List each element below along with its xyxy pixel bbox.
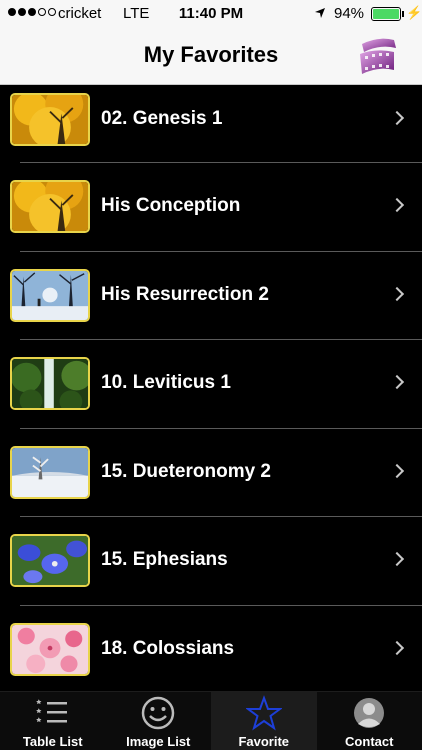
battery-percent: 94% [334,5,365,22]
thumbnail-image [10,93,90,146]
chevron-right-icon [389,640,405,655]
favorite-title: 02. Genesis 1 [101,108,223,129]
film-reel-icon[interactable] [356,34,400,78]
list-icon [35,699,67,723]
favorite-row[interactable]: 10. Leviticus 1 [10,340,422,429]
top-bar: cricket LTE 11:40 PM 94% ⚡ My Favorites [0,0,422,85]
location-arrow-icon [315,8,325,18]
tab-table-list[interactable]: Table List [0,692,106,750]
chevron-right-icon [389,551,405,567]
tab-label: Contact [345,734,394,749]
chevron-right-icon [389,286,405,301]
battery-icon [371,7,401,21]
tab-image-list[interactable]: Image List [106,692,212,750]
thumbnail-image [10,445,90,499]
favorite-row[interactable]: 18. Colossians [10,606,422,692]
favorite-title: His Conception [101,195,241,216]
favorite-title: 18. Colossians [101,637,235,659]
tab-label: Image List [126,734,191,749]
tab-bar: Table List Image List Favorite Contact [0,691,422,750]
favorite-title: His Resurrection 2 [101,283,269,305]
tab-favorite[interactable]: Favorite [211,692,317,750]
chevron-right-icon [389,374,405,390]
favorite-title: 10. Leviticus 1 [101,372,231,393]
favorite-row[interactable]: 02. Genesis 1 [10,85,422,163]
status-bar: cricket LTE 11:40 PM 94% ⚡ [0,0,422,28]
tab-contact[interactable]: Contact [317,692,422,750]
thumbnail-image [10,268,90,322]
chevron-right-icon [389,110,405,126]
thumbnail-image [10,357,90,410]
thumbnail-image [10,622,90,676]
chevron-right-icon [389,197,405,213]
chevron-right-icon [389,463,405,478]
favorite-row[interactable]: His Conception [10,163,422,252]
favorite-row[interactable]: 15. Dueteronomy 2 [10,429,422,517]
tab-label: Favorite [238,734,290,749]
thumbnail-image [10,534,90,587]
contact-icon [354,698,385,728]
charging-bolt-icon: ⚡ [406,5,422,20]
tab-label: Table List [22,734,83,749]
favorites-list: 02. Genesis 1 His Conception His Resurrect… [0,85,422,691]
smiley-icon [142,696,175,730]
favorite-title: 15. Ephesians [101,549,228,570]
star-icon [245,695,282,731]
favorite-row[interactable]: His Resurrection 2 [10,252,422,340]
favorite-row[interactable]: 15. Ephesians [10,517,422,606]
favorite-title: 15. Dueteronomy 2 [101,460,271,482]
thumbnail-image [10,180,90,233]
